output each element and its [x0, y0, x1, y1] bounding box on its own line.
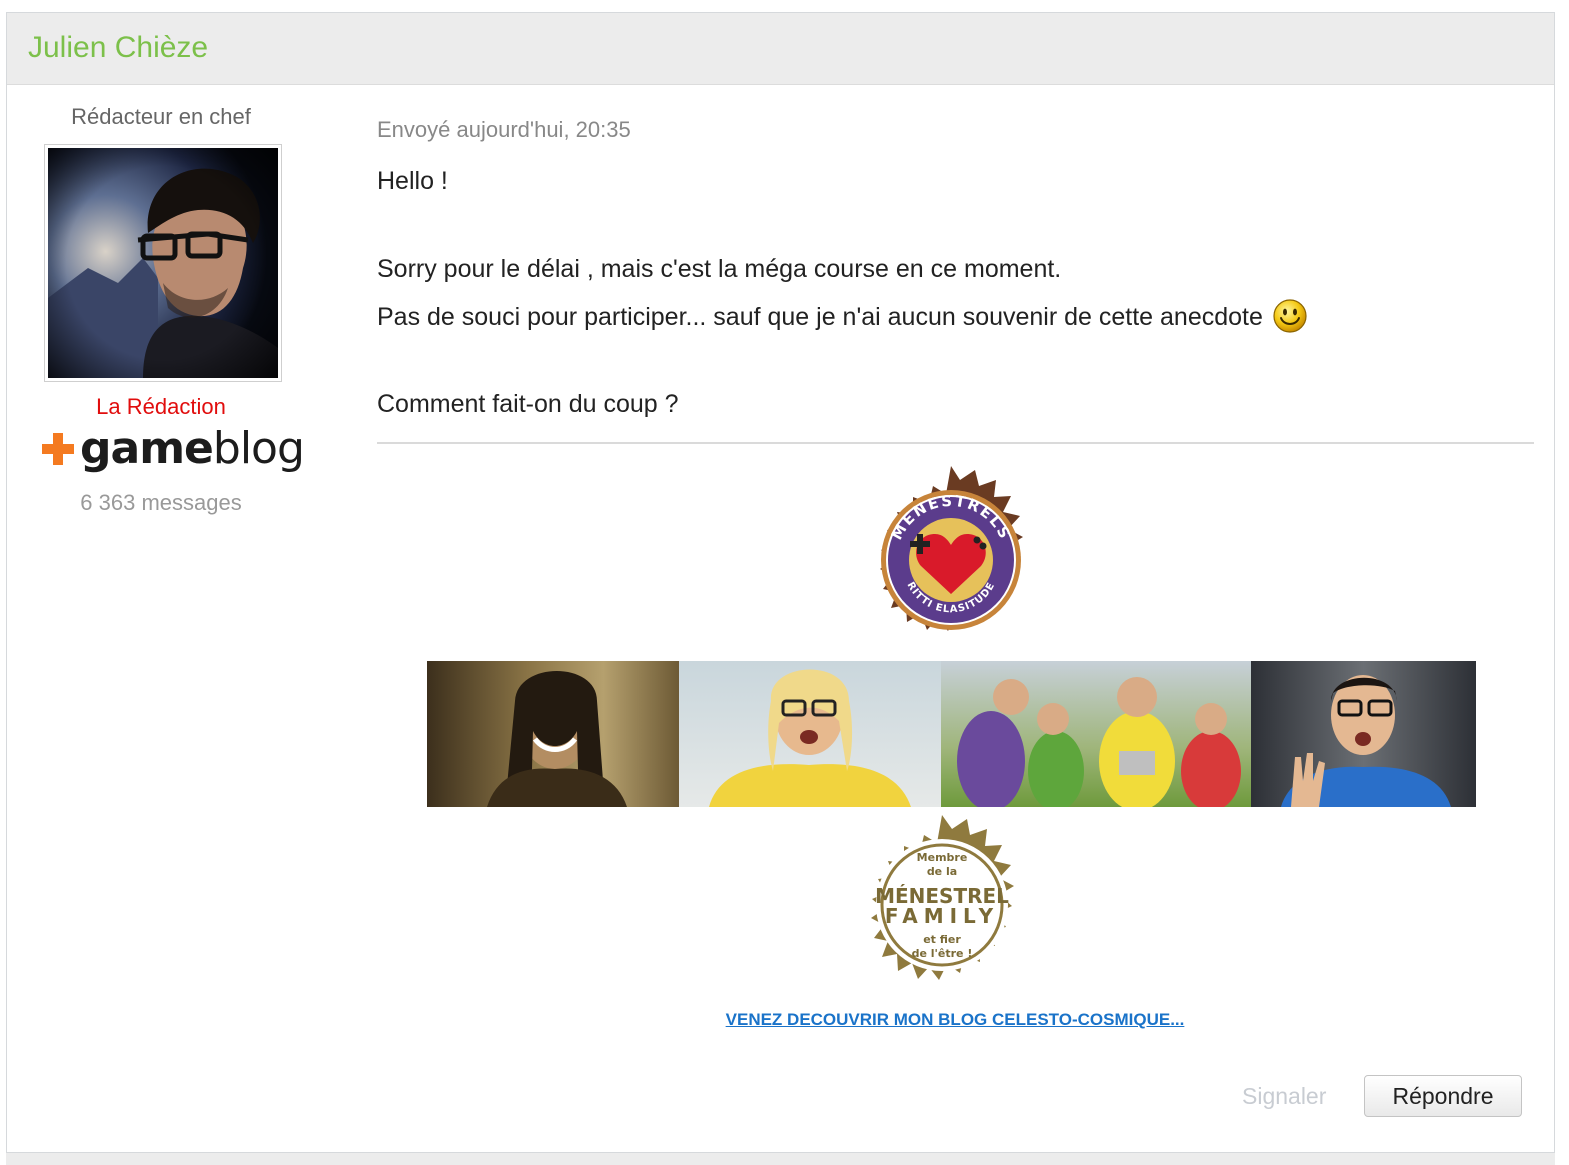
message-count: 6 363 messages — [80, 490, 242, 515]
group-name: La Rédaction — [96, 394, 226, 419]
reply-button[interactable]: Répondre — [1364, 1075, 1522, 1117]
banner-panel-spock — [1251, 661, 1476, 807]
post-header: Julien Chièze — [7, 13, 1554, 85]
menestrels-badge: MENESTRELS RITTI ELASITUDE — [852, 464, 1050, 656]
avatar[interactable] — [44, 144, 282, 382]
signature-blog-link[interactable]: VENEZ DECOUVRIR MON BLOG CELESTO-COSMIQU… — [0, 1010, 1569, 1030]
post-text: Pas de souci pour participer... sauf que… — [377, 302, 1263, 331]
gameblog-wordmark: gameblog — [80, 423, 305, 474]
badge-line: de la — [927, 865, 957, 878]
menestrel-family-badge: Membre de la MÉNESTREL FAMILY et fier de… — [860, 813, 1024, 1001]
banner-panel-mona-lisa — [427, 661, 679, 807]
plus-icon — [42, 433, 74, 465]
badge-line: Membre — [917, 851, 968, 864]
banner-panel-teletubbies — [941, 661, 1251, 807]
post-text-line: Pas de souci pour participer... sauf que… — [377, 299, 1307, 334]
badge-line: et fier — [923, 933, 961, 946]
avatar-photo — [48, 148, 278, 378]
signature-divider — [377, 442, 1534, 444]
signature-banner — [427, 661, 1476, 807]
gameblog-logo: gameblog — [42, 423, 305, 474]
report-link[interactable]: Signaler — [1242, 1083, 1326, 1110]
avatar-image — [48, 148, 278, 378]
badge-line: de l'être ! — [912, 947, 973, 960]
member-title: Rédacteur en chef — [71, 104, 251, 129]
post-text-line: Hello ! — [377, 167, 448, 195]
next-post-header — [6, 1152, 1555, 1165]
badge-line: FAMILY — [885, 904, 999, 928]
smiley-icon — [1273, 299, 1307, 333]
banner-panel-blond — [679, 661, 941, 807]
post-text-line: Comment fait-on du coup ? — [377, 390, 679, 418]
post-text-line: Sorry pour le délai , mais c'est la méga… — [377, 255, 1062, 283]
post-date: Envoyé aujourd'hui, 20:35 — [377, 117, 631, 142]
author-name[interactable]: Julien Chièze — [28, 31, 208, 65]
